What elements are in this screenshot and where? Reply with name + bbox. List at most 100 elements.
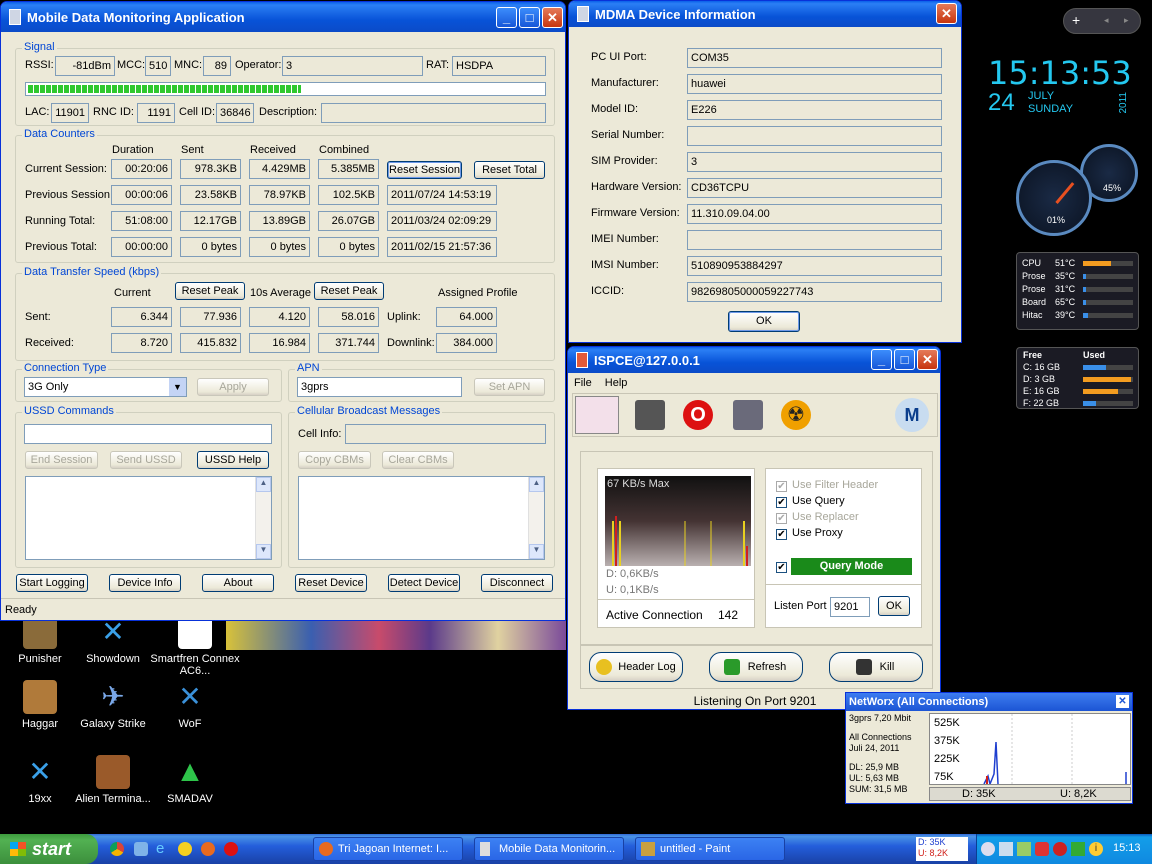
- reset-avg-peak-button[interactable]: Reset Peak: [314, 282, 384, 300]
- header-log-button[interactable]: Header Log: [589, 652, 683, 682]
- option-checkbox[interactable]: ✔: [776, 497, 787, 508]
- connection-type-select[interactable]: 3G Only ▼: [24, 377, 187, 397]
- query-mode-checkbox[interactable]: ✔: [776, 562, 787, 573]
- opera-icon[interactable]: [224, 842, 238, 856]
- close-button[interactable]: ✕: [542, 7, 563, 28]
- reset-session-button[interactable]: Reset Session: [387, 161, 462, 179]
- ussd-help-button[interactable]: USSD Help: [197, 451, 269, 469]
- desktop-icon-19xx[interactable]: ✕ 19xx: [0, 755, 80, 805]
- ok-button[interactable]: OK: [728, 311, 800, 332]
- device-info-button[interactable]: Device Info: [109, 574, 181, 592]
- device-info-value: 98269805000059227743: [687, 282, 942, 302]
- start-button[interactable]: start: [0, 834, 98, 864]
- tool-monitor-icon[interactable]: [635, 400, 665, 430]
- close-icon[interactable]: ✕: [1116, 695, 1129, 708]
- maximize-button[interactable]: □: [519, 7, 540, 28]
- minimize-button[interactable]: _: [496, 7, 517, 28]
- traffic-graph-lines: [612, 516, 748, 566]
- desktop-icon-showdown[interactable]: ✕ Showdown: [73, 615, 153, 665]
- menu-help[interactable]: Help: [605, 377, 628, 389]
- clear-cbms-button[interactable]: Clear CBMs: [382, 451, 454, 469]
- tray-clock[interactable]: 15:13: [1113, 842, 1141, 854]
- start-logging-button[interactable]: Start Logging: [16, 574, 88, 592]
- copy-cbms-button[interactable]: Copy CBMs: [298, 451, 371, 469]
- meter-icon[interactable]: [1071, 842, 1085, 856]
- menu-file[interactable]: File: [574, 377, 592, 389]
- scroll-down-icon[interactable]: ▼: [256, 544, 271, 559]
- kill-button[interactable]: Kill: [829, 652, 923, 682]
- scroll-up-icon[interactable]: ▲: [256, 477, 271, 492]
- ussd-response-area[interactable]: ▲ ▼: [25, 476, 272, 560]
- mdma-titlebar[interactable]: Mobile Data Monitoring Application _ □ ✕: [1, 2, 565, 32]
- task-firefox[interactable]: Tri Jagoan Internet: I...: [313, 837, 463, 861]
- tool-header-icon[interactable]: [575, 396, 619, 434]
- opera-icon[interactable]: O: [683, 400, 713, 430]
- temp-name: Board: [1022, 297, 1047, 307]
- listen-port-input[interactable]: 9201: [830, 597, 870, 617]
- disconnect-button[interactable]: Disconnect: [481, 574, 553, 592]
- messenger-icon[interactable]: [178, 842, 192, 856]
- firefox-icon[interactable]: [201, 842, 215, 856]
- reset-peak-button[interactable]: Reset Peak: [175, 282, 245, 300]
- logo-icon[interactable]: M: [895, 398, 929, 432]
- next-icon[interactable]: ▸: [1124, 15, 1129, 26]
- device-info-label: ICCID:: [591, 285, 624, 297]
- minimize-button[interactable]: _: [871, 349, 892, 370]
- quicklaunch-icon[interactable]: [134, 842, 148, 856]
- tray-networx-meter[interactable]: D: 35K U: 8,2K: [916, 837, 968, 861]
- radiation-icon[interactable]: ☢: [781, 400, 811, 430]
- counter-duration: 00:00:00: [111, 237, 172, 257]
- network-icon[interactable]: [999, 842, 1013, 856]
- add-gadget-icon[interactable]: +: [1072, 12, 1080, 28]
- refresh-button[interactable]: Refresh: [709, 652, 803, 682]
- apn-input[interactable]: 3gprs: [297, 377, 462, 397]
- counter-duration: 00:00:06: [111, 185, 172, 205]
- reset-device-button[interactable]: Reset Device: [295, 574, 367, 592]
- tray-app-icon[interactable]: [1017, 842, 1031, 856]
- maximize-button[interactable]: □: [894, 349, 915, 370]
- desktop-icon-punisher[interactable]: Punisher: [0, 615, 80, 665]
- end-session-button[interactable]: End Session: [25, 451, 98, 469]
- counter-row-label: Current Session:: [25, 163, 107, 175]
- 19xx-icon: ✕: [28, 756, 52, 787]
- desktop-icon-haggar[interactable]: Haggar: [0, 680, 80, 730]
- scroll-up-icon[interactable]: ▲: [529, 477, 544, 492]
- ispce-titlebar[interactable]: ISPCE@127.0.0.1 _ □ ✕: [568, 347, 940, 373]
- prev-icon[interactable]: ◂: [1104, 15, 1109, 26]
- tray-expand-icon[interactable]: [981, 842, 995, 856]
- shield-icon[interactable]: [1053, 842, 1067, 856]
- desktop-icon-wof[interactable]: ✕ WoF: [150, 680, 230, 730]
- task-mdma[interactable]: Mobile Data Monitorin...: [474, 837, 624, 861]
- chevron-down-icon[interactable]: ▼: [169, 378, 186, 396]
- ie-icon[interactable]: e: [156, 840, 164, 857]
- cbm-messages-area[interactable]: ▲ ▼: [298, 476, 545, 560]
- detect-device-button[interactable]: Detect Device: [388, 574, 460, 592]
- device-info-titlebar[interactable]: MDMA Device Information ✕: [569, 1, 961, 27]
- cbm-scrollbar[interactable]: ▲ ▼: [528, 477, 544, 559]
- desktop-icon-smadav[interactable]: ▲ SMADAV: [150, 755, 230, 805]
- info-icon[interactable]: i: [1089, 842, 1103, 856]
- ussd-scrollbar[interactable]: ▲ ▼: [255, 477, 271, 559]
- desktop-icon-alien-terminator[interactable]: Alien Termina...: [73, 755, 153, 805]
- send-ussd-button[interactable]: Send USSD: [110, 451, 182, 469]
- option-checkbox[interactable]: ✔: [776, 481, 787, 492]
- chrome-icon[interactable]: [110, 842, 124, 856]
- close-button[interactable]: ✕: [917, 349, 938, 370]
- scroll-down-icon[interactable]: ▼: [529, 544, 544, 559]
- set-apn-button[interactable]: Set APN: [474, 378, 545, 396]
- task-paint[interactable]: untitled - Paint: [635, 837, 785, 861]
- option-checkbox[interactable]: ✔: [776, 529, 787, 540]
- antivirus-icon[interactable]: [1035, 842, 1049, 856]
- networx-titlebar[interactable]: NetWorx (All Connections) ✕: [846, 693, 1132, 711]
- joystick-icon[interactable]: [733, 400, 763, 430]
- option-checkbox[interactable]: ✔: [776, 513, 787, 524]
- reset-total-button[interactable]: Reset Total: [474, 161, 545, 179]
- desktop-icon-galaxy-strike[interactable]: ✈ Galaxy Strike: [73, 680, 153, 730]
- listen-ok-button[interactable]: OK: [878, 596, 910, 616]
- ussd-input[interactable]: [24, 424, 272, 444]
- apply-button[interactable]: Apply: [197, 378, 269, 396]
- desktop-icon-smartfren[interactable]: Smartfren Connex AC6...: [150, 615, 240, 677]
- counter-date: 2011/02/15 21:57:36: [387, 237, 497, 257]
- close-button[interactable]: ✕: [936, 3, 957, 24]
- about-button[interactable]: About: [202, 574, 274, 592]
